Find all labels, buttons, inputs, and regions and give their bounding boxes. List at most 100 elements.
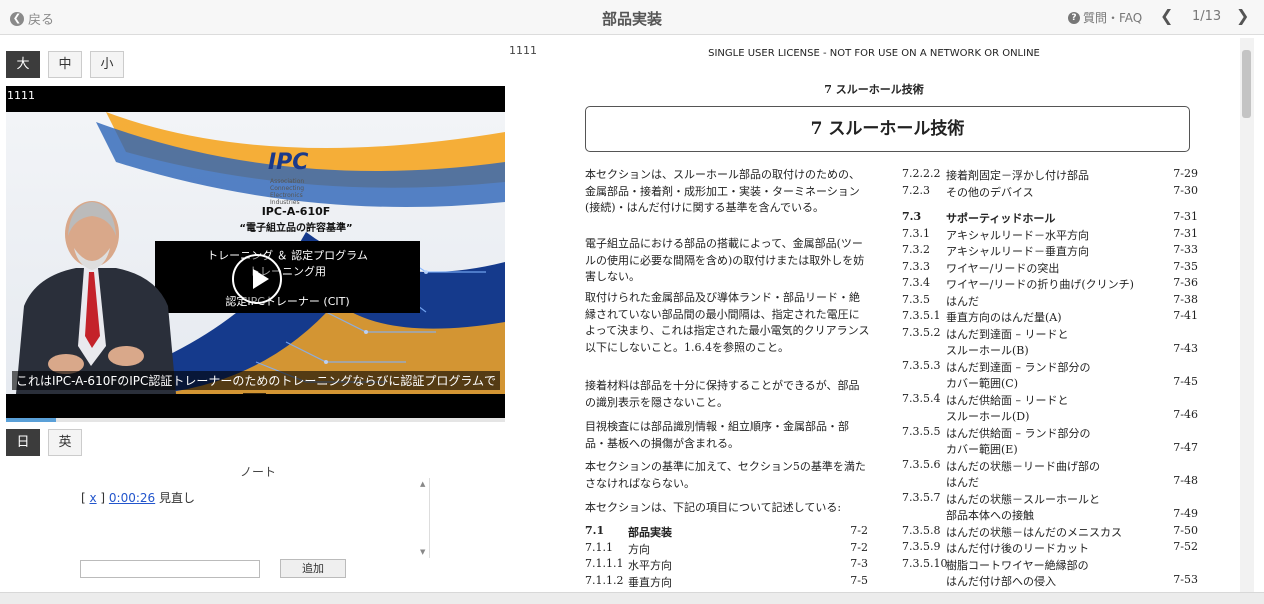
- toc-title[interactable]: 水平方向: [628, 557, 672, 573]
- toc-title[interactable]: はんだ供給面 – ランド部分の: [946, 425, 1091, 441]
- toc-title-continued[interactable]: 部品本体への接触: [946, 507, 1034, 523]
- ipc-logo: IPC: [268, 150, 309, 175]
- toc-page: 7-41: [1173, 309, 1198, 322]
- program-caption-line1: トレーニング ＆ 認定プログラム: [207, 249, 368, 262]
- toc-page: 7-46: [1173, 408, 1198, 421]
- toc-page: 7-33: [1173, 243, 1198, 256]
- toc-page: 7-53: [1173, 573, 1198, 586]
- toc-number: 7.3.5.5: [902, 424, 941, 438]
- lang-english-button[interactable]: 英: [48, 429, 82, 456]
- toc-number: 7.3.4: [902, 276, 930, 289]
- toc-page: 7-31: [1173, 226, 1198, 240]
- toc-title[interactable]: 垂直方向のはんだ量(A): [946, 309, 1062, 325]
- toc-title[interactable]: 部品実装: [628, 524, 672, 540]
- toc-title-continued[interactable]: はんだ: [946, 474, 979, 490]
- toc-page: 7-48: [1173, 474, 1198, 487]
- license-notice: SINGLE USER LICENSE - NOT FOR USE ON A N…: [708, 48, 1040, 59]
- toc-number: 7.1.1.2: [585, 573, 624, 587]
- paragraph: 目視検査には部品識別情報・組立順序・金属部品・部品・基板への損傷が含まれる。: [585, 420, 849, 450]
- prev-page-button[interactable]: ❮: [1160, 6, 1173, 25]
- toc-title[interactable]: はんだ: [946, 293, 979, 309]
- document-scrollbar[interactable]: [1240, 38, 1254, 592]
- toc-title[interactable]: はんだ到達面 – リードと: [946, 326, 1069, 342]
- toc-number: 7.3.5.4: [902, 391, 941, 405]
- toc-title-continued[interactable]: はんだ付け部への侵入: [946, 573, 1056, 589]
- toc-page: 7-50: [1173, 523, 1198, 537]
- toc-title-continued[interactable]: カバー範囲(C): [946, 375, 1018, 391]
- toc-title[interactable]: はんだ到達面 – ランド部分の: [946, 359, 1091, 375]
- toc-title-continued[interactable]: スルーホール(B): [946, 342, 1029, 358]
- toc-title-continued[interactable]: カバー範囲(E): [946, 441, 1018, 457]
- toc-page: 7-30: [1173, 183, 1198, 197]
- faq-label: 質問・FAQ: [1083, 11, 1143, 25]
- toc-title[interactable]: ワイヤー/リードの突出: [946, 260, 1059, 276]
- paragraph: 電子組立品における部品の搭載によって、金属部品(ツールの使用に必要な間隔を含め)…: [585, 237, 865, 283]
- chevron-right-icon: ❯: [1236, 6, 1250, 25]
- toc-number: 7.3.5.3: [902, 358, 941, 372]
- toc-title[interactable]: 方向: [628, 541, 650, 557]
- note-input[interactable]: [80, 560, 260, 578]
- toc-title[interactable]: 垂直方向: [628, 574, 672, 590]
- toc-page: 7-31: [1173, 210, 1198, 223]
- toc-number: 7.3.5.1: [902, 309, 941, 322]
- toc-page: 7-43: [1173, 342, 1198, 355]
- video-progress-bar[interactable]: [6, 418, 505, 422]
- toc-title[interactable]: 接着剤固定－浮かし付け部品: [946, 167, 1089, 183]
- toc-number: 7.2.3: [902, 183, 930, 197]
- scroll-down-icon[interactable]: ▼: [420, 548, 425, 556]
- chevron-left-icon: ❮: [1160, 6, 1174, 25]
- video-id-label: 1111: [7, 89, 35, 102]
- toc-page: 7-47: [1173, 441, 1198, 454]
- toc-title[interactable]: はんだ付け後のリードカット: [946, 540, 1089, 556]
- scroll-up-icon[interactable]: ▲: [420, 480, 425, 488]
- toc-title[interactable]: その他のデバイス: [946, 184, 1034, 200]
- toc-title[interactable]: サポーティッドホール: [946, 210, 1055, 226]
- document-page: SINGLE USER LICENSE - NOT FOR USE ON A N…: [540, 36, 1238, 592]
- play-button[interactable]: [232, 254, 282, 304]
- note-text: 見直し: [159, 491, 196, 505]
- toc-title[interactable]: はんだの状態－はんだのメニスカス: [946, 524, 1122, 540]
- presenter-image: [16, 201, 176, 394]
- toc-page: 7-52: [1173, 540, 1198, 553]
- toc-number: 7.3.5.10: [902, 556, 948, 570]
- lang-japanese-button[interactable]: 日: [6, 429, 40, 456]
- size-medium-button[interactable]: 中: [48, 51, 82, 78]
- video-player[interactable]: 1111 IPC Association Connecting Electron…: [6, 86, 505, 420]
- video-progress-fill: [6, 418, 56, 422]
- toc-title[interactable]: はんだの状態－リード曲げ部の: [946, 458, 1100, 474]
- program-caption-box: トレーニング ＆ 認定プログラム トレーニング用 認定IPCトレーナー (CIT…: [155, 241, 420, 313]
- toc-number: 7.3: [902, 210, 922, 223]
- toc-page: 7-5: [850, 573, 868, 587]
- toc-number: 7.1: [585, 524, 605, 537]
- toc-title-continued[interactable]: スルーホール(D): [946, 408, 1029, 424]
- toc-number: 7.3.5.7: [902, 490, 941, 504]
- notes-list[interactable]: [ x ] 0:00:26 見直し: [78, 478, 430, 558]
- toc-title[interactable]: ワイヤー/リードの折り曲げ(クリンチ): [946, 276, 1134, 292]
- toc-title[interactable]: はんだ供給面 – リードと: [946, 392, 1069, 408]
- section-header: 7 スルーホール技術: [824, 83, 924, 96]
- program-caption-line3: 認定IPCトレーナー (CIT): [225, 295, 350, 308]
- toc-title[interactable]: はんだの状態－スルーホールと: [946, 491, 1100, 507]
- question-icon: ?: [1068, 11, 1080, 24]
- size-large-button[interactable]: 大: [6, 51, 40, 78]
- toc-page: 7-29: [1173, 167, 1198, 180]
- back-button[interactable]: ❮ 戻る: [10, 9, 54, 28]
- toc-page: 7-2: [850, 524, 868, 537]
- add-note-button[interactable]: 追加: [280, 559, 346, 578]
- toc-title[interactable]: アキシャルリード－垂直方向: [946, 243, 1089, 259]
- note-delete-link[interactable]: x: [90, 491, 97, 505]
- video-subtitle-line1: これはIPC-A-610FのIPC認証トレーナーのためのトレーニングならびに認証…: [12, 371, 500, 390]
- toc-title[interactable]: 樹脂コートワイヤー絶縁部の: [946, 557, 1089, 573]
- faq-button[interactable]: ? 質問・FAQ: [1068, 9, 1142, 26]
- paragraph: 取付けられた金属部品及び導体ランド・部品リード・絶縁されていない部品間の最小間隔…: [585, 291, 870, 354]
- toc-page: 7-49: [1173, 507, 1198, 520]
- toc-title[interactable]: アキシャルリード－水平方向: [946, 227, 1089, 243]
- toc-number: 7.1.1.1: [585, 557, 624, 570]
- ipc-logo-subtitle: Association Connecting Electronics Indus…: [270, 178, 305, 206]
- note-item: [ x ] 0:00:26 見直し: [81, 491, 196, 505]
- paragraph: 本セクションの基準に加えて、セクション5の基準を満たさなければならない。: [585, 460, 866, 490]
- size-small-button[interactable]: 小: [90, 51, 124, 78]
- next-page-button[interactable]: ❯: [1236, 6, 1249, 25]
- scrollbar-thumb[interactable]: [1242, 50, 1251, 118]
- note-timestamp-link[interactable]: 0:00:26: [109, 491, 155, 505]
